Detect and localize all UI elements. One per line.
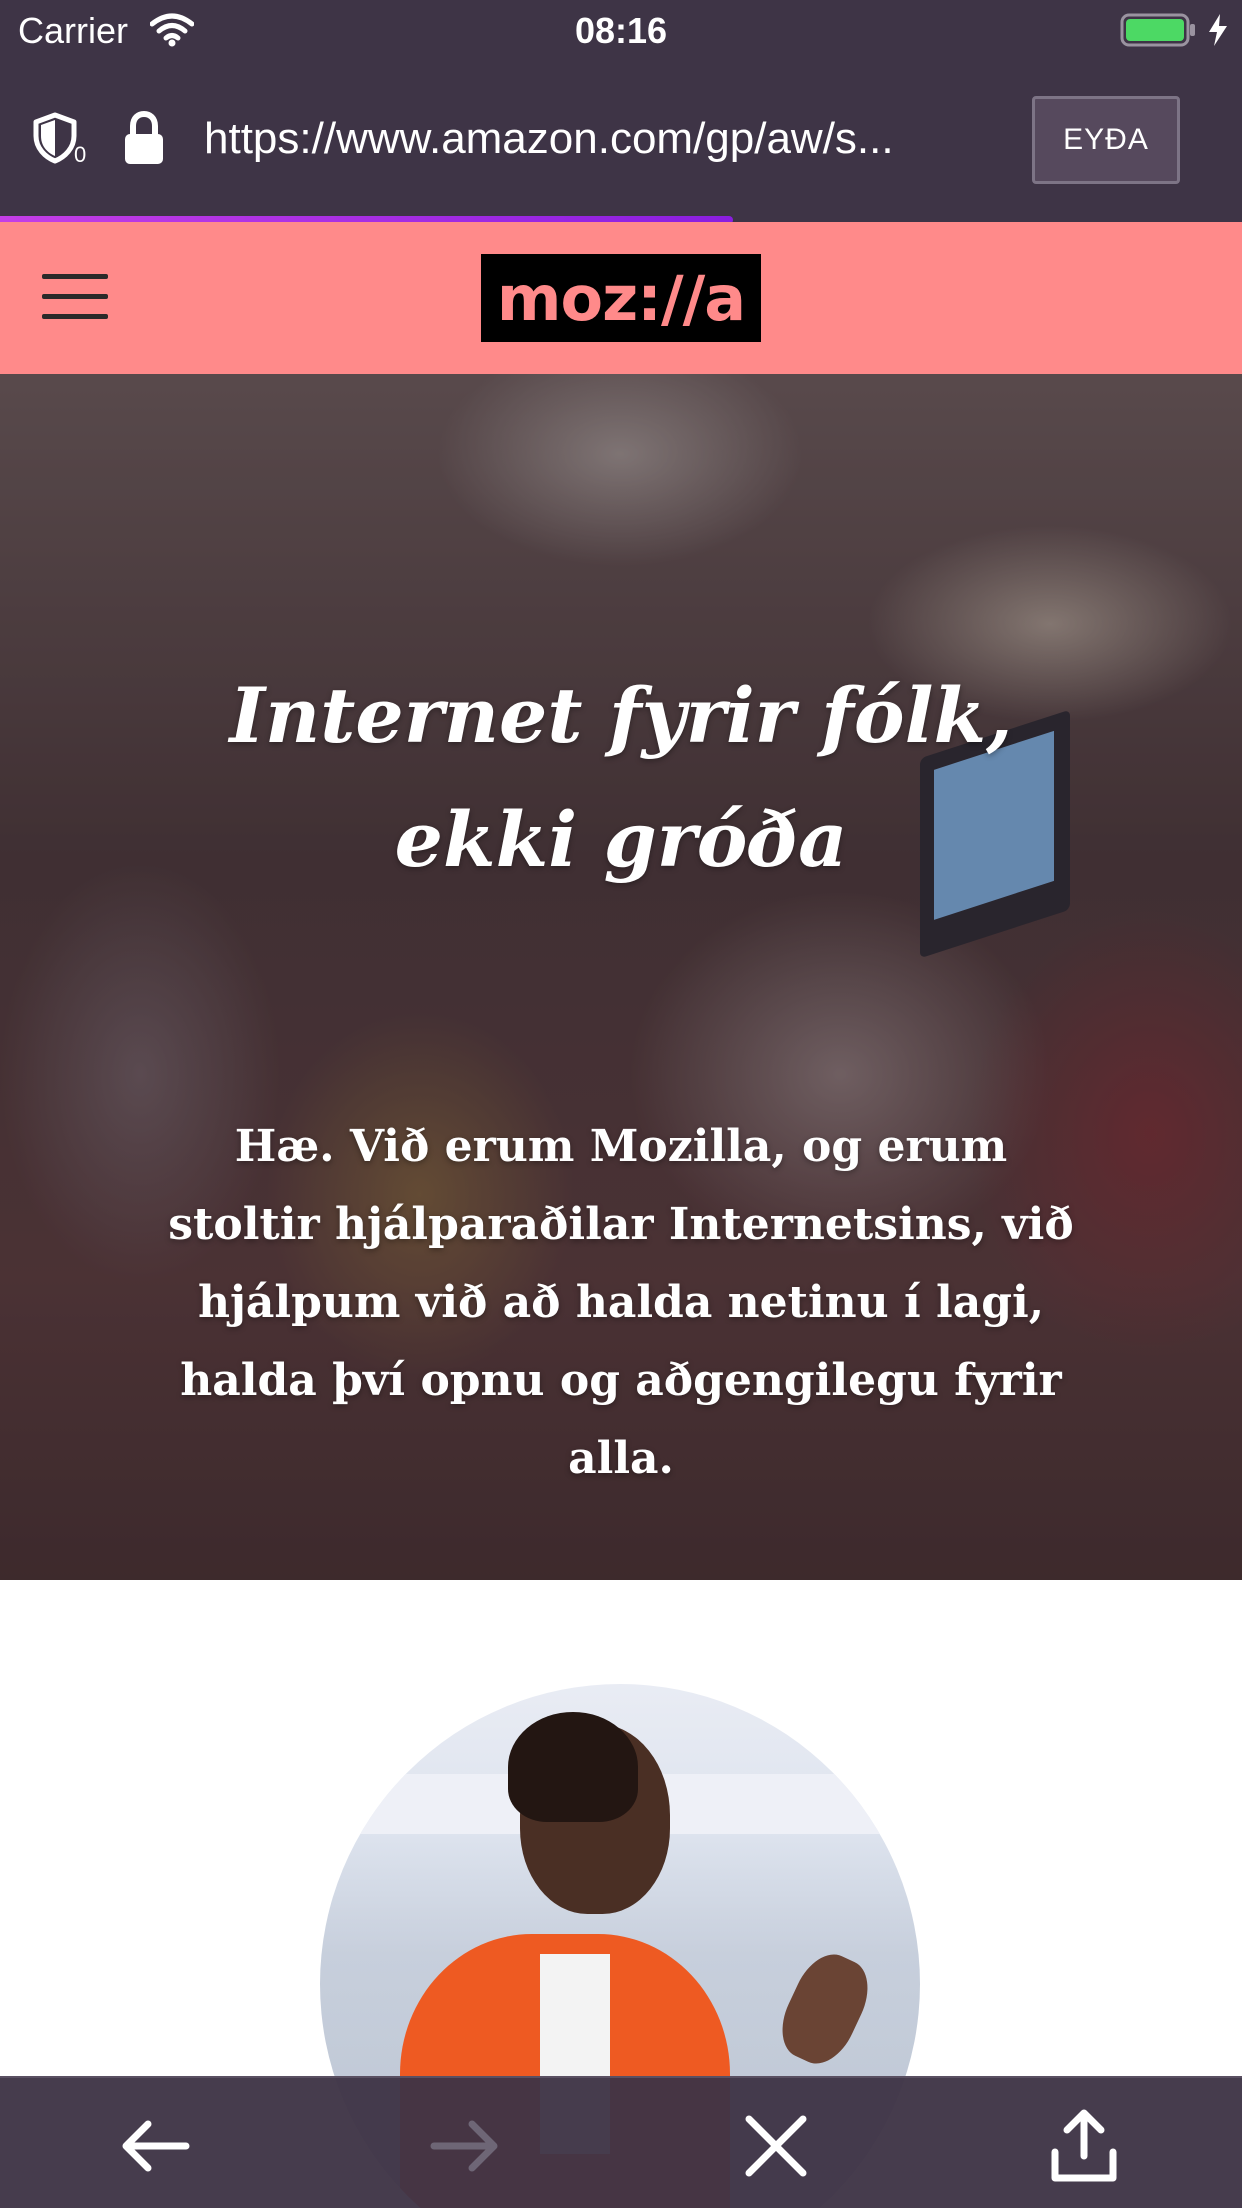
url-bar: 0 https://www.amazon.com/gp/aw/s... EYÐA <box>0 62 1242 220</box>
erase-button[interactable]: EYÐA <box>1032 96 1180 184</box>
tracking-shield-icon[interactable] <box>32 112 78 169</box>
mozilla-logo[interactable]: moz://a <box>481 254 761 342</box>
hero-section: Internet fyrir fólk, ekki gróða Hæ. Við … <box>0 374 1242 1580</box>
status-bar: Carrier 08:16 <box>0 0 1242 62</box>
forward-arrow-icon <box>430 2120 498 2172</box>
site-header: moz://a <box>0 222 1242 374</box>
clock: 08:16 <box>574 10 668 51</box>
back-button[interactable] <box>106 2098 202 2194</box>
stop-button[interactable] <box>728 2098 824 2194</box>
battery-icon <box>1120 12 1198 53</box>
tracker-count: 0 <box>74 142 87 167</box>
share-button[interactable] <box>1036 2098 1132 2194</box>
lock-icon <box>122 110 166 171</box>
forward-button[interactable] <box>418 2098 514 2194</box>
menu-icon[interactable] <box>42 274 108 320</box>
share-icon <box>1051 2109 1117 2182</box>
charging-icon <box>1206 12 1230 53</box>
url-field[interactable]: https://www.amazon.com/gp/aw/s... <box>204 114 964 164</box>
browser-toolbar <box>0 2076 1242 2208</box>
hero-intro-text: Hæ. Við erum Mozilla, og erum stoltir hj… <box>168 1121 1074 1484</box>
hero-title: Internet fyrir fólk, ekki gróða <box>229 671 1013 884</box>
back-arrow-icon <box>122 2120 190 2172</box>
close-icon <box>745 2115 807 2177</box>
